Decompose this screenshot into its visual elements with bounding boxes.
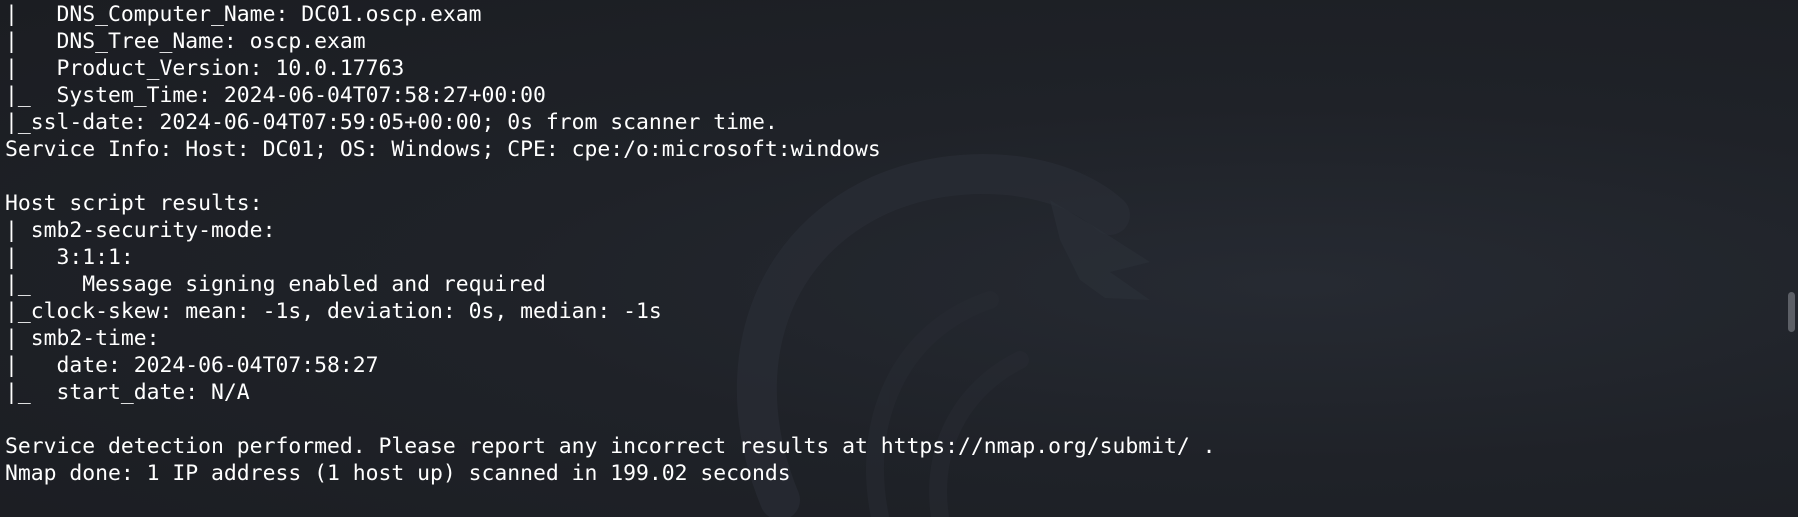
terminal-line: | DNS_Computer_Name: DC01.oscp.exam [5, 2, 482, 27]
terminal-line: |_clock-skew: mean: -1s, deviation: 0s, … [5, 299, 662, 324]
terminal-line: | date: 2024-06-04T07:58:27 [5, 353, 379, 378]
terminal-window[interactable]: | DNS_Computer_Name: DC01.oscp.exam | DNS… [0, 0, 1798, 517]
terminal-line: Service Info: Host: DC01; OS: Windows; C… [5, 137, 881, 162]
scrollbar-thumb[interactable] [1788, 292, 1795, 332]
terminal-line: | Product_Version: 10.0.17763 [5, 56, 405, 81]
terminal-output: | DNS_Computer_Name: DC01.oscp.exam | DNS… [5, 1, 1216, 487]
terminal-line: |_ System_Time: 2024-06-04T07:58:27+00:0… [5, 83, 546, 108]
terminal-line: Service detection performed. Please repo… [5, 434, 1216, 459]
terminal-line: |_ Message signing enabled and required [5, 272, 546, 297]
terminal-line: | smb2-security-mode: [5, 218, 276, 243]
terminal-line: Nmap done: 1 IP address (1 host up) scan… [5, 461, 791, 486]
terminal-line: |_ start_date: N/A [5, 380, 250, 405]
vertical-scrollbar[interactable] [1784, 0, 1798, 517]
terminal-line: | 3:1:1: [5, 245, 134, 270]
terminal-line: |_ssl-date: 2024-06-04T07:59:05+00:00; 0… [5, 110, 778, 135]
terminal-line: | DNS_Tree_Name: oscp.exam [5, 29, 366, 54]
terminal-line: Host script results: [5, 191, 263, 216]
terminal-line: | smb2-time: [5, 326, 160, 351]
